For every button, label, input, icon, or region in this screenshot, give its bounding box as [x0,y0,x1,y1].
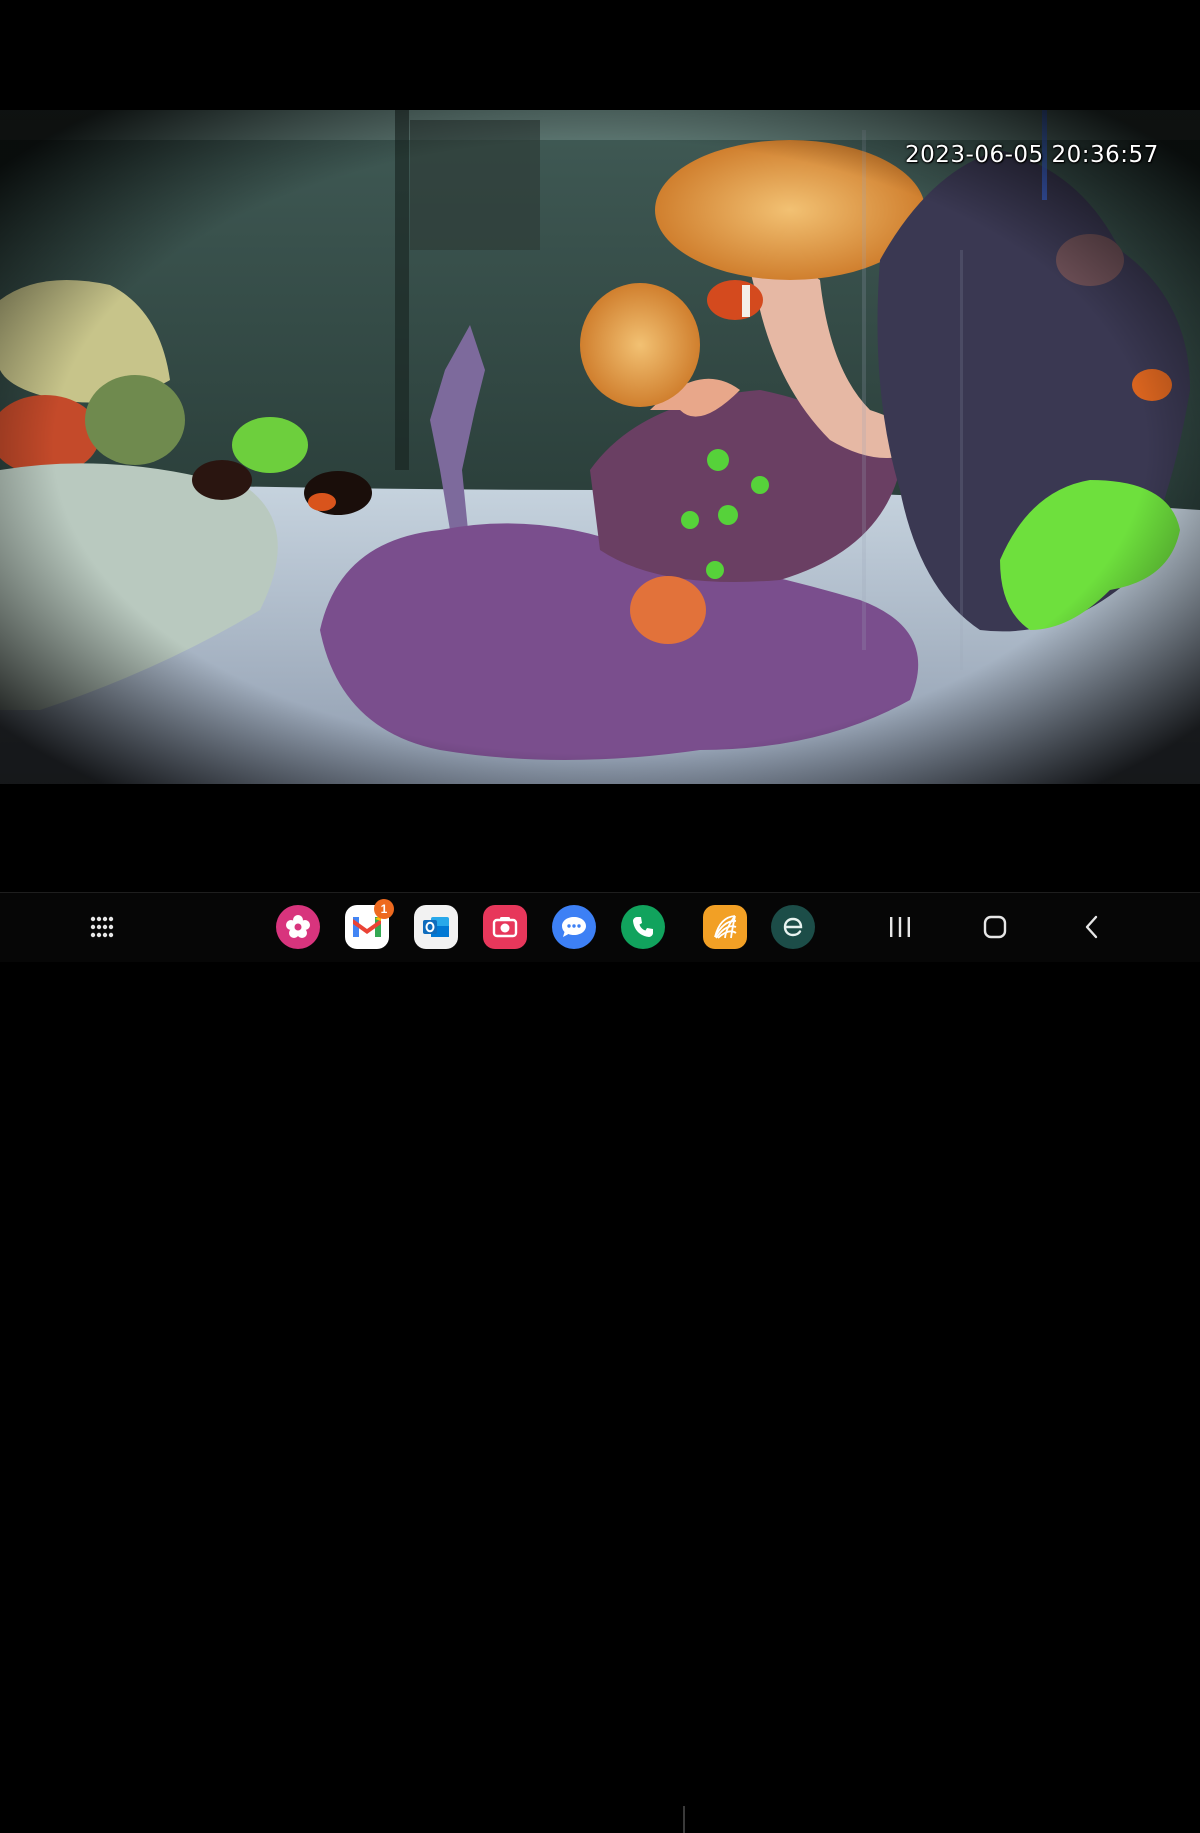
taskbar-divider [683,1806,685,1833]
video-viewer[interactable]: 2023-06-05 20:36:57 [0,0,1200,892]
home-icon [983,915,1007,939]
home-button[interactable] [973,905,1017,949]
aquarium-camera-feed[interactable] [0,110,1200,784]
flower-icon [286,915,310,938]
notification-badge: 1 [374,899,394,919]
outlook-app-button[interactable] [414,905,458,949]
messages-app-button[interactable] [552,905,596,949]
grid-dots-icon [90,916,114,938]
stripes-icon [714,915,737,939]
phone-icon [633,917,653,937]
outlook-icon [423,917,449,937]
phone-app-button[interactable] [621,905,665,949]
taskbar: 1 [0,892,1200,1833]
recents-button[interactable] [878,905,922,949]
camera-timestamp: 2023-06-05 20:36:57 [905,142,1159,168]
camera-app-button[interactable] [483,905,527,949]
chat-bubble-icon [562,917,586,937]
blossom-app-button[interactable] [276,905,320,949]
recents-icon [890,917,910,937]
camera-icon [492,917,518,938]
e-letter-icon [783,917,803,937]
aquarium-scene-image [0,110,1200,784]
app-drawer-button[interactable] [80,905,124,949]
gmail-app-button[interactable]: 1 [345,899,394,949]
back-icon [1085,915,1098,939]
gmail-icon [353,915,381,937]
recent-app-button-2[interactable] [771,905,815,949]
recent-app-button-1[interactable] [703,905,747,949]
back-button[interactable] [1070,905,1114,949]
